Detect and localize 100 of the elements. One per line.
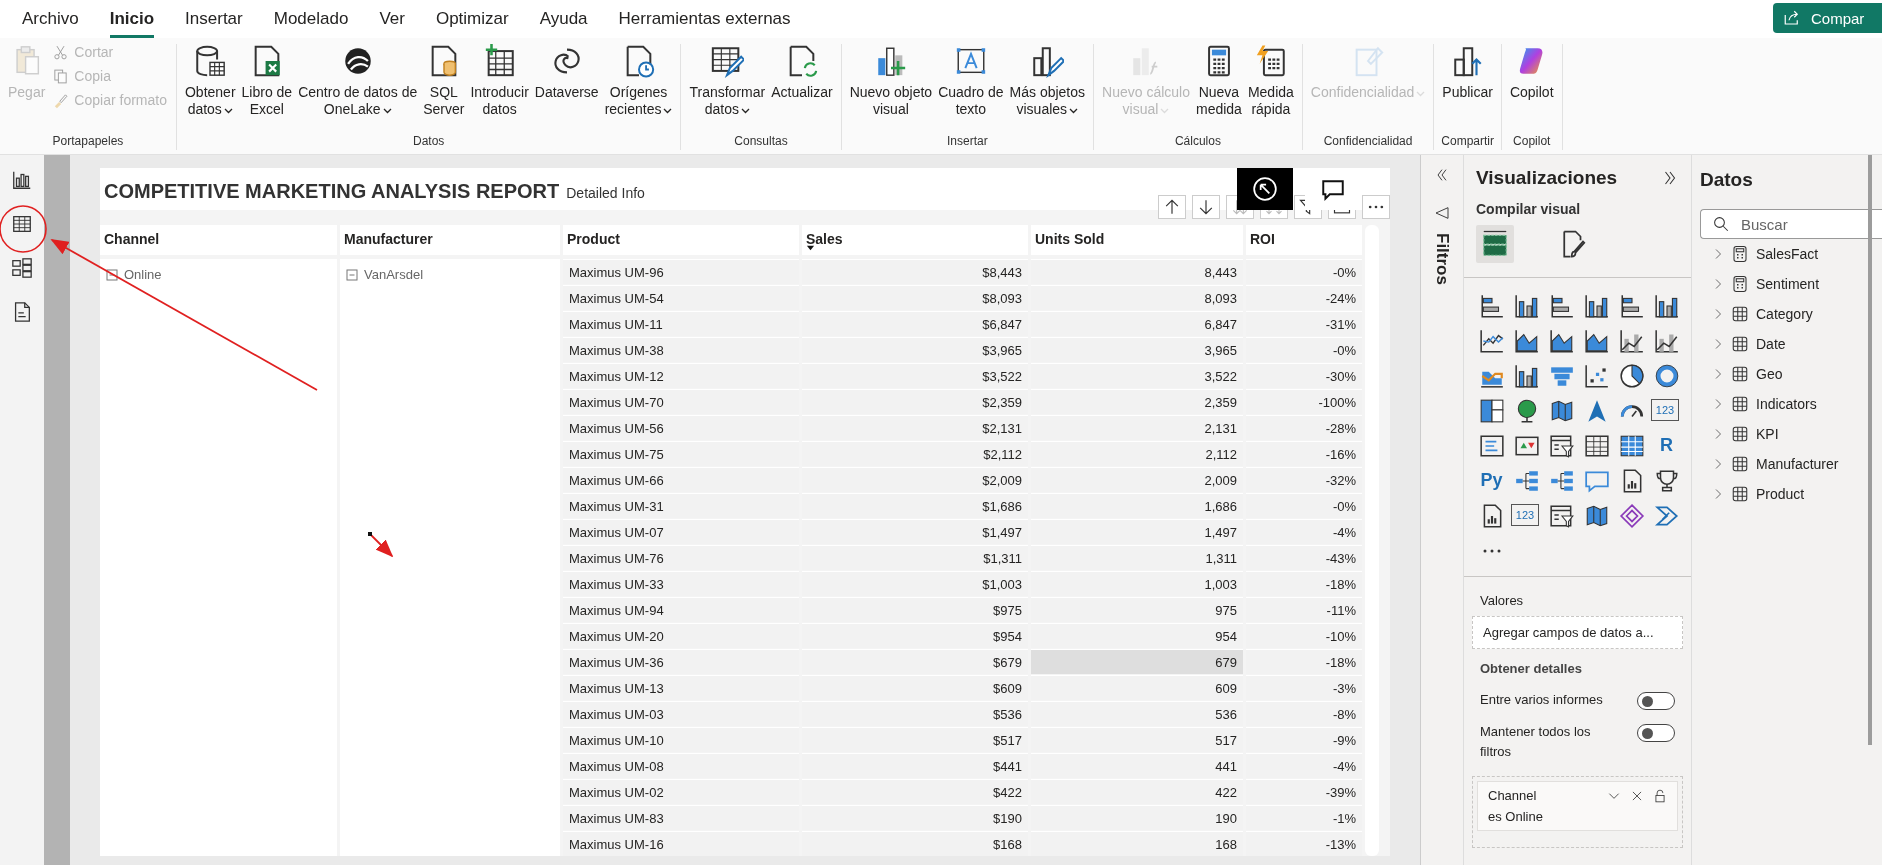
back-tooltip[interactable] [1237,168,1293,210]
tree-item[interactable]: Manufacturer [1700,449,1882,479]
bar-chart-icon[interactable] [1478,292,1505,319]
ribbon-button[interactable]: Copilot [1507,44,1556,101]
tree-item[interactable]: SalesFact [1700,239,1882,269]
tree-item[interactable]: Category [1700,299,1882,329]
combo-chart-icon[interactable] [1618,327,1645,354]
row-header-label: VanArsdel [364,269,423,281]
lock-icon[interactable] [1653,788,1667,803]
collapse-icon[interactable] [106,269,118,281]
scissors-icon [52,43,70,61]
table-icon[interactable] [1583,432,1610,459]
tree-item[interactable]: Date [1700,329,1882,359]
ribbon-button[interactable]: Nueva medida [1193,44,1244,118]
report-view-icon[interactable] [11,169,33,191]
pointer-arrow [368,532,394,558]
ribbon-button[interactable]: Centro de datos de OneLake [296,44,420,118]
combo-chart-icon[interactable] [1653,327,1680,354]
visual-type-button[interactable]: Py [1476,463,1507,498]
area-chart-icon[interactable] [1548,327,1575,354]
table-view-icon[interactable] [11,213,33,235]
search-field[interactable]: Buscar [1700,209,1882,239]
tree-item[interactable]: Geo [1700,359,1882,389]
column-header[interactable]: Sales [802,225,1028,255]
filter-card[interactable]: Channel es Online [1477,781,1678,831]
column-header[interactable]: Product [563,225,799,255]
column-chart-icon[interactable] [1653,292,1680,319]
ribbon-button[interactable]: Obtener datos [182,44,238,118]
filter-condition: es Online [1488,809,1544,824]
model-view-icon[interactable] [11,257,33,279]
trophy-icon[interactable] [1653,467,1680,494]
group-label: Portapapeles [51,133,125,150]
column-header[interactable]: Manufacturer [340,225,560,255]
toggle-label: Entre varios informes [1480,691,1604,709]
line-chart-icon[interactable] [1478,327,1505,354]
donut-chart-icon[interactable] [1653,362,1680,389]
report-title: COMPETITIVE MARKETING ANALYSIS REPORT [104,180,560,203]
section-label: Compilar visual [1475,200,1582,219]
table-pencil-icon [710,44,745,78]
collapse-icon[interactable] [346,269,358,281]
group-label: Consultas [733,133,789,150]
ribbon-button[interactable]: Introducir datos [468,44,531,118]
area-chart-icon[interactable] [1583,327,1610,354]
menu-tab[interactable]: Modelado [273,0,349,38]
tree-item[interactable]: KPI [1700,419,1882,449]
menu-tab[interactable]: Optimizar [435,0,509,38]
treemap-icon[interactable] [1478,397,1505,424]
tree-item[interactable]: Indicators [1700,389,1882,419]
scrollbar[interactable] [1868,155,1872,745]
highlight-ring [0,205,47,253]
column-chart-icon[interactable] [1513,292,1540,319]
ribbon-button[interactable]: Transformar datos [687,44,768,118]
slicer-icon[interactable] [1548,432,1575,459]
tree-item[interactable]: Sentiment [1700,269,1882,299]
visual-type-button[interactable]: 123 [1651,399,1679,421]
ribbon-button[interactable]: Más objetos visuales [1007,44,1088,118]
area-chart-icon[interactable] [1513,327,1540,354]
toggle-switch[interactable] [1637,692,1675,710]
ribbon-button[interactable]: Publicar [1440,44,1495,101]
ribbon-button[interactable]: Cuadro de texto [936,44,1006,118]
group-label: Datos [412,133,446,150]
pie-chart-icon[interactable] [1618,362,1645,389]
toggle-switch[interactable] [1637,724,1675,742]
visual-type-button[interactable]: R [1651,428,1682,463]
table-cell: 679 [1031,649,1243,674]
filter-icon [1434,205,1450,221]
table-icon [1731,485,1749,503]
menu-tab[interactable]: Ver [379,0,405,38]
column-header[interactable]: Units Sold [1031,225,1243,255]
ribbon-button[interactable]: Dataverse [532,44,601,101]
column-header[interactable]: ROI [1246,225,1362,255]
pane-tab[interactable] [1476,225,1514,263]
ribbon-button[interactable]: Actualizar [769,44,835,101]
ribbon-button[interactable]: Nuevo objeto visual [847,44,935,118]
diamond-icon[interactable] [1618,502,1645,529]
menu-tab[interactable]: Insertar [185,0,243,38]
ribbon-button[interactable]: SQL Server [421,44,467,118]
bar-chart-icon[interactable] [1618,292,1645,319]
menu-tab[interactable]: Archivo [22,0,79,38]
ribbon-button[interactable]: Libro de Excel [239,44,295,118]
ribbon-button[interactable]: Orígenes recientes [602,44,675,118]
section-label: Valores [1479,592,1525,610]
column-header[interactable]: Channel [100,225,337,255]
column-chart-icon[interactable] [1583,292,1610,319]
ribbon-button[interactable]: Medida rápida [1245,44,1296,118]
table-icon [1731,305,1749,323]
slicer-icon[interactable] [1548,502,1575,529]
tree-item[interactable]: Product [1700,479,1882,509]
menu-tab[interactable]: Ayuda [539,0,588,38]
search-icon [1712,215,1730,233]
bar-chart-icon[interactable] [1548,292,1575,319]
field-drop-zone[interactable]: Agregar campos de datos a... [1472,616,1683,649]
menu-tab[interactable]: Herramientas externas [618,0,791,38]
column-header-label: Product [567,231,620,247]
scatter-chart-icon[interactable] [1583,362,1610,389]
visual-type-button[interactable]: 123 [1511,504,1539,526]
multi-row-card-icon[interactable] [1478,432,1505,459]
column-chart-icon[interactable] [1513,362,1540,389]
filters-pane-title[interactable]: Filtros [1432,233,1452,285]
share-button[interactable]: Compar [1773,3,1882,33]
